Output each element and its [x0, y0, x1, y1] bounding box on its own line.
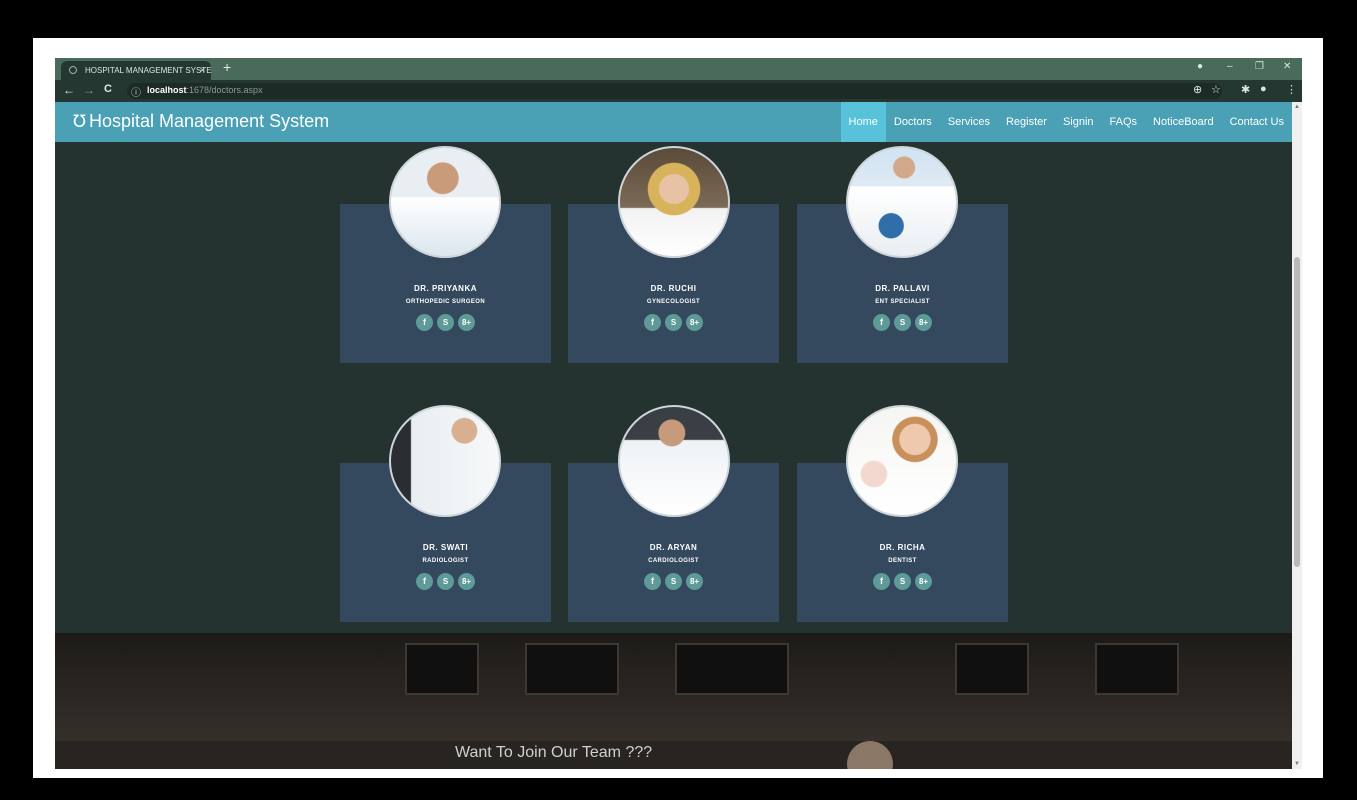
browser-menu-icon[interactable]: ⋮ — [1286, 83, 1297, 96]
doctor-name: DR. PALLAVI — [875, 284, 930, 293]
profile-icon[interactable]: ● — [1260, 83, 1267, 95]
social-links: f S 8+ — [797, 314, 1008, 331]
google-plus-icon[interactable]: 8+ — [458, 314, 475, 331]
social-links: f S 8+ — [797, 573, 1008, 590]
zoom-icon[interactable]: ⊕ — [1193, 83, 1202, 96]
doctor-specialty: ENT SPECIALIST — [875, 299, 930, 305]
doctor-name: DR. SWATI — [422, 543, 469, 552]
doctor-name: DR. RUCHI — [650, 284, 697, 293]
site-navbar: ℧ Hospital Management System Home Doctors… — [55, 102, 1292, 142]
address-bar-row: ← → C ⓘ localhost:1678/doctors.aspx ⊕ ☆ … — [55, 80, 1302, 102]
banner-ground — [55, 741, 1292, 769]
forward-icon[interactable]: → — [83, 83, 95, 97]
skype-icon[interactable]: S — [894, 573, 911, 590]
doctor-specialty: DENTIST — [888, 558, 917, 564]
join-team-text: Want To Join Our Team ??? — [455, 744, 653, 761]
facebook-icon[interactable]: f — [644, 314, 661, 331]
join-team-banner: Want To Join Our Team ??? — [55, 633, 1292, 769]
doctor-name: DR. PRIYANKA — [413, 284, 478, 293]
extensions-icon[interactable]: ✱ — [1241, 83, 1250, 96]
doctor-photo — [846, 405, 958, 517]
social-links: f S 8+ — [568, 314, 779, 331]
url-field[interactable]: ⓘ localhost:1678/doctors.aspx — [127, 83, 1222, 99]
doctor-specialty: ORTHOPEDIC SURGEON — [405, 299, 486, 305]
globe-icon — [69, 66, 77, 74]
minimize-button[interactable]: – — [1227, 61, 1233, 72]
skype-icon[interactable]: S — [894, 314, 911, 331]
browser-window: HOSPITAL MANAGEMENT SYSTE × + ● – ❐ ✕ ← … — [55, 58, 1302, 769]
social-links: f S 8+ — [340, 573, 551, 590]
google-plus-icon[interactable]: 8+ — [686, 573, 703, 590]
site-brand[interactable]: ℧ Hospital Management System — [73, 111, 329, 132]
tab-title: HOSPITAL MANAGEMENT SYSTE — [85, 66, 212, 75]
menu-item-noticeboard[interactable]: NoticeBoard — [1145, 102, 1222, 142]
banner-window — [525, 643, 619, 695]
facebook-icon[interactable]: f — [873, 573, 890, 590]
doctor-photo — [618, 146, 730, 258]
page-viewport: DR. PRIYANKA ORTHOPEDIC SURGEON f S 8+ D… — [55, 102, 1292, 769]
google-plus-icon[interactable]: 8+ — [915, 314, 932, 331]
google-plus-icon[interactable]: 8+ — [686, 314, 703, 331]
brand-text: Hospital Management System — [89, 111, 330, 131]
menu-item-register[interactable]: Register — [998, 102, 1055, 142]
close-window-button[interactable]: ✕ — [1283, 61, 1291, 72]
menu-item-contact-us[interactable]: Contact Us — [1222, 102, 1292, 142]
facebook-icon[interactable]: f — [416, 573, 433, 590]
url-host: localhost — [147, 85, 187, 95]
skype-icon[interactable]: S — [665, 314, 682, 331]
doctor-name: DR. RICHA — [879, 543, 926, 552]
doctor-specialty: RADIOLOGIST — [422, 558, 469, 564]
new-tab-button[interactable]: + — [223, 59, 231, 75]
browser-tab[interactable]: HOSPITAL MANAGEMENT SYSTE × — [61, 61, 212, 80]
doctor-specialty: GYNECOLOGIST — [646, 299, 701, 305]
skype-icon[interactable]: S — [437, 573, 454, 590]
scroll-down-icon[interactable]: ▼ — [1294, 761, 1300, 767]
doctor-photo — [389, 146, 501, 258]
page-scrollbar[interactable]: ▲ ▼ — [1292, 102, 1302, 769]
menu-item-doctors[interactable]: Doctors — [886, 102, 940, 142]
skype-icon[interactable]: S — [437, 314, 454, 331]
doctor-photo — [846, 146, 958, 258]
facebook-icon[interactable]: f — [873, 314, 890, 331]
banner-window — [1095, 643, 1179, 695]
tab-close-icon[interactable]: × — [200, 61, 205, 80]
menu-item-home[interactable]: Home — [840, 102, 886, 142]
scrollbar-thumb[interactable] — [1294, 257, 1300, 567]
social-links: f S 8+ — [340, 314, 551, 331]
back-icon[interactable]: ← — [63, 83, 75, 97]
info-icon[interactable]: ⓘ — [131, 84, 141, 99]
menu-item-services[interactable]: Services — [940, 102, 998, 142]
star-icon[interactable]: ☆ — [1211, 83, 1221, 96]
google-plus-icon[interactable]: 8+ — [458, 573, 475, 590]
doctor-specialty: CARDIOLOGIST — [648, 558, 699, 564]
record-icon[interactable]: ● — [1197, 61, 1203, 72]
url-text: localhost:1678/doctors.aspx — [147, 85, 263, 95]
stethoscope-icon: ℧ — [73, 112, 86, 131]
restore-button[interactable]: ❐ — [1255, 61, 1264, 72]
scroll-up-icon[interactable]: ▲ — [1294, 104, 1300, 110]
reload-icon[interactable]: C — [104, 83, 112, 95]
doctor-photo — [389, 405, 501, 517]
social-links: f S 8+ — [568, 573, 779, 590]
google-plus-icon[interactable]: 8+ — [915, 573, 932, 590]
banner-window — [405, 643, 479, 695]
facebook-icon[interactable]: f — [644, 573, 661, 590]
skype-icon[interactable]: S — [665, 573, 682, 590]
tab-bar: HOSPITAL MANAGEMENT SYSTE × + ● – ❐ ✕ — [55, 58, 1302, 80]
doctor-name: DR. ARYAN — [649, 543, 698, 552]
banner-window — [675, 643, 789, 695]
menu-item-signin[interactable]: Signin — [1055, 102, 1102, 142]
menu-item-faqs[interactable]: FAQs — [1102, 102, 1146, 142]
facebook-icon[interactable]: f — [416, 314, 433, 331]
url-path: :1678/doctors.aspx — [186, 85, 263, 95]
doctor-photo — [618, 405, 730, 517]
main-menu: Home Doctors Services Register Signin FA… — [840, 102, 1292, 142]
banner-window — [955, 643, 1029, 695]
